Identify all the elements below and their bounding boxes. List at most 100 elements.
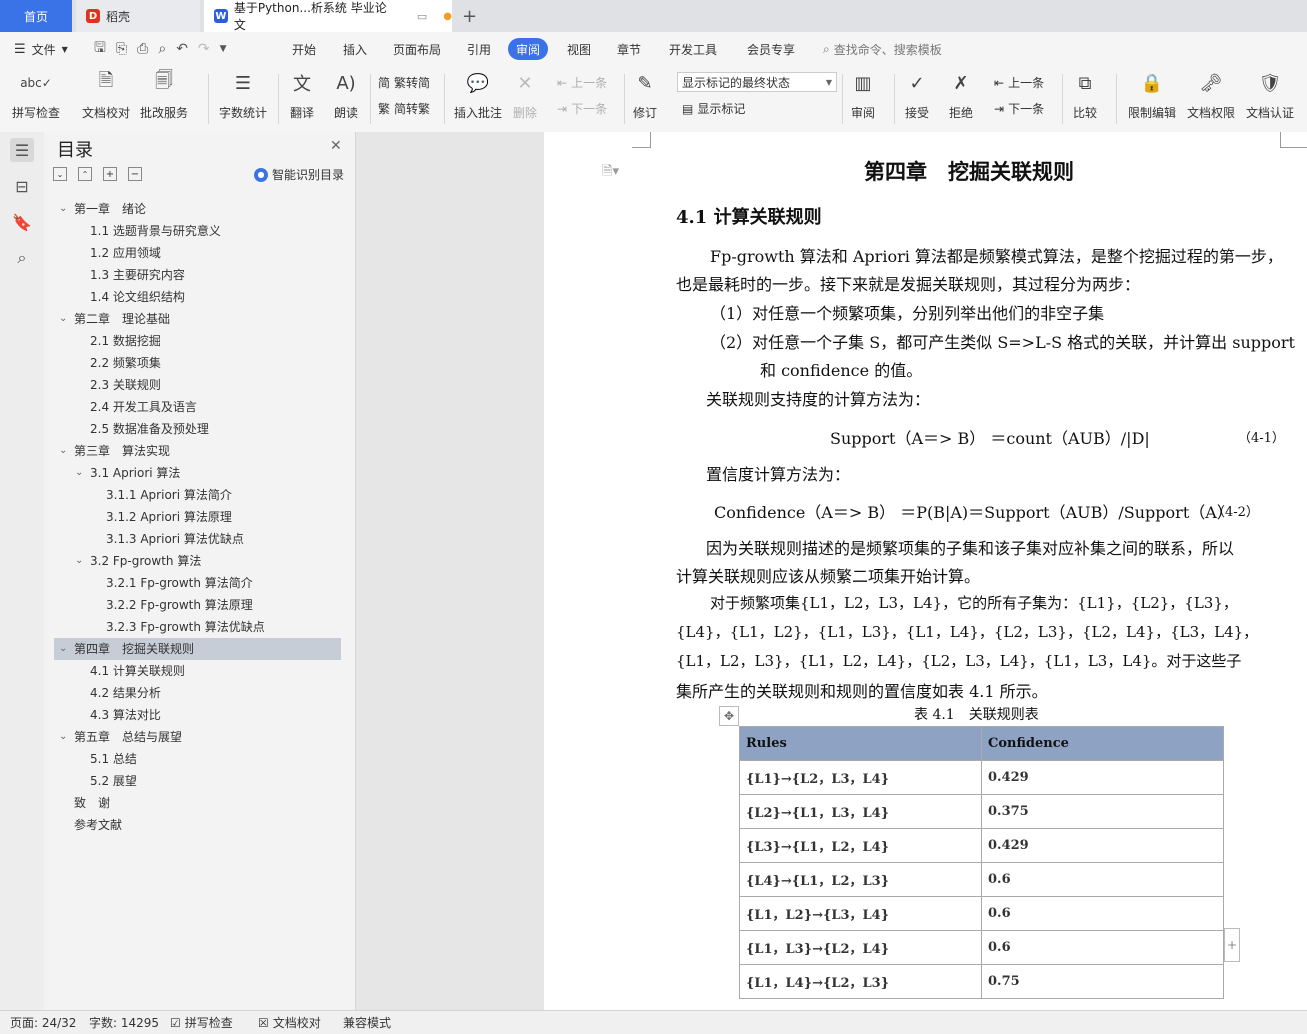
next-comment-button[interactable]: ⇥ 下一条: [557, 100, 607, 117]
toc-item[interactable]: 参考文献: [74, 815, 122, 835]
toc-item[interactable]: 5.2 展望: [90, 771, 137, 791]
toc-expand-arrow-icon[interactable]: ⌄: [59, 445, 67, 456]
toc-item[interactable]: 致 谢: [74, 793, 110, 813]
word-count-button[interactable]: ☰ 字数统计: [219, 70, 267, 121]
toc-item[interactable]: 第一章 绪论: [74, 199, 146, 219]
translate-button[interactable]: 文 翻译: [289, 70, 315, 121]
toc-item[interactable]: 1.4 论文组织结构: [90, 287, 185, 307]
prev-comment-button[interactable]: ⇤ 上一条: [557, 74, 607, 91]
toc-item[interactable]: 1.2 应用领域: [90, 243, 161, 263]
toc-item[interactable]: 第四章 挖掘关联规则: [74, 639, 194, 659]
smart-toc-button[interactable]: ● 智能识别目录: [254, 166, 344, 183]
toc-item[interactable]: 4.2 结果分析: [90, 683, 161, 703]
toc-item[interactable]: 3.1.1 Apriori 算法简介: [106, 485, 232, 505]
toc-item[interactable]: 2.4 开发工具及语言: [90, 397, 197, 417]
paragraph-menu-icon[interactable]: 🗎▾: [602, 162, 619, 184]
expand-all-icon[interactable]: +: [103, 167, 117, 181]
menu-review[interactable]: 审阅: [508, 38, 549, 60]
toc-item[interactable]: 第二章 理论基础: [74, 309, 170, 329]
toc-expand-arrow-icon[interactable]: ⌄: [75, 555, 83, 566]
markup-state-select[interactable]: 显示标记的最终状态 ▼: [677, 72, 837, 92]
show-markup-button[interactable]: ▤ 显示标记: [682, 100, 745, 117]
spell-check-button[interactable]: abc✓ 拼写检查: [12, 70, 60, 121]
toc-item[interactable]: 3.2.3 Fp-growth 算法优缺点: [106, 617, 265, 637]
word-count-indicator[interactable]: 字数: 14295: [89, 1011, 159, 1034]
tab-daoke[interactable]: D 稻壳: [76, 0, 200, 32]
menu-chapter[interactable]: 章节: [617, 32, 641, 66]
menu-layout[interactable]: 页面布局: [393, 32, 441, 66]
export-icon[interactable]: ⎘: [116, 41, 127, 57]
trad-to-simp-button[interactable]: 简 繁转简: [378, 74, 430, 91]
toc-expand-arrow-icon[interactable]: ⌄: [59, 731, 67, 742]
status-spell-check[interactable]: ☑ 拼写检查: [170, 1011, 233, 1034]
print-icon[interactable]: ⎙: [137, 41, 148, 57]
tab-document[interactable]: W 基于Python...析系统 毕业论文 ▭ ●: [204, 0, 452, 32]
toc-expand-arrow-icon[interactable]: ⌄: [75, 467, 83, 478]
page-indicator[interactable]: 页面: 24/32: [10, 1011, 76, 1034]
tab-home[interactable]: 首页: [0, 0, 72, 32]
collapse-down-icon[interactable]: ⌄: [53, 167, 67, 181]
bookmark-icon[interactable]: 🔖: [10, 210, 34, 234]
toc-item[interactable]: 4.1 计算关联规则: [90, 661, 185, 681]
menu-developer[interactable]: 开发工具: [669, 32, 717, 66]
menu-insert[interactable]: 插入: [343, 32, 367, 66]
toc-expand-arrow-icon[interactable]: ⌄: [59, 203, 67, 214]
save-icon[interactable]: 🖫: [94, 37, 106, 61]
batch-service-button[interactable]: 🗐 批改服务: [140, 70, 188, 121]
proofread-button[interactable]: 🗎 文档校对: [82, 70, 130, 121]
monitor-icon[interactable]: ▭: [417, 10, 427, 23]
toc-item[interactable]: 3.1.2 Apriori 算法原理: [106, 507, 232, 527]
undo-icon[interactable]: ↶: [176, 41, 188, 57]
simp-to-trad-button[interactable]: 繁 简转繁: [378, 100, 430, 117]
doc-permission-button[interactable]: 🗝 文档权限: [1187, 70, 1235, 121]
toc-item[interactable]: 2.3 关联规则: [90, 375, 161, 395]
toc-item[interactable]: 2.1 数据挖掘: [90, 331, 161, 351]
toc-item[interactable]: 5.1 总结: [90, 749, 137, 769]
review-pane-button[interactable]: ▥ 审阅: [850, 70, 876, 121]
toc-item[interactable]: 3.1 Apriori 算法: [90, 463, 180, 483]
more-icon[interactable]: ▼: [220, 44, 227, 54]
toc-expand-arrow-icon[interactable]: ⌄: [59, 313, 67, 324]
toc-icon[interactable]: ☰: [10, 138, 34, 162]
prev-change-button[interactable]: ⇤ 上一条: [994, 74, 1044, 91]
print-preview-icon[interactable]: ⌕: [158, 41, 166, 57]
toc-item[interactable]: 2.2 频繁项集: [90, 353, 161, 373]
read-aloud-button[interactable]: A) 朗读: [333, 70, 359, 121]
toc-item[interactable]: 3.2.2 Fp-growth 算法原理: [106, 595, 253, 615]
collapse-all-icon[interactable]: −: [128, 167, 142, 181]
toc-item[interactable]: 1.1 选题背景与研究意义: [90, 221, 221, 241]
file-menu[interactable]: ☰ 文件 ▼: [14, 32, 68, 66]
status-proofread[interactable]: ☒ 文档校对: [258, 1011, 321, 1034]
command-search[interactable]: ⌕ 查找命令、搜索模板: [823, 32, 942, 66]
toc-item[interactable]: 第五章 总结与展望: [74, 727, 182, 747]
new-tab-button[interactable]: +: [462, 0, 482, 32]
revise-button[interactable]: ✎ 修订: [632, 70, 658, 121]
toc-item[interactable]: 3.2 Fp-growth 算法: [90, 551, 201, 571]
table-move-icon[interactable]: ✥: [719, 706, 739, 726]
restrict-edit-button[interactable]: 🔒 限制编辑: [1128, 70, 1176, 121]
toc-item[interactable]: 1.3 主要研究内容: [90, 265, 185, 285]
doc-cert-button[interactable]: 🛡 文档认证: [1246, 70, 1294, 121]
menu-start[interactable]: 开始: [292, 32, 316, 66]
menu-view[interactable]: 视图: [567, 32, 591, 66]
menu-reference[interactable]: 引用: [467, 32, 491, 66]
toc-expand-arrow-icon[interactable]: ⌄: [59, 643, 67, 654]
compare-button[interactable]: ⧉ 比较: [1072, 70, 1098, 121]
redo-icon[interactable]: ↷: [198, 41, 210, 57]
delete-comment-button[interactable]: ✕ 删除: [512, 70, 538, 121]
collapse-up-icon[interactable]: ⌃: [78, 167, 92, 181]
toc-item[interactable]: 4.3 算法对比: [90, 705, 161, 725]
toc-item[interactable]: 3.1.3 Apriori 算法优缺点: [106, 529, 244, 549]
reject-button[interactable]: ✗ 拒绝: [948, 70, 974, 121]
close-icon[interactable]: ✕: [330, 138, 342, 154]
toc-item[interactable]: 3.2.1 Fp-growth 算法简介: [106, 573, 253, 593]
next-change-button[interactable]: ⇥ 下一条: [994, 100, 1044, 117]
toc-item[interactable]: 第三章 算法实现: [74, 441, 170, 461]
insert-comment-button[interactable]: 💬 插入批注: [454, 70, 502, 121]
navigation-icon[interactable]: ⊟: [10, 174, 34, 198]
accept-button[interactable]: ✓ 接受: [904, 70, 930, 121]
menu-member[interactable]: 会员专享: [747, 32, 795, 66]
add-column-button[interactable]: +: [1224, 928, 1240, 962]
toc-item[interactable]: 2.5 数据准备及预处理: [90, 419, 209, 439]
search-icon[interactable]: ⌕: [10, 246, 34, 270]
